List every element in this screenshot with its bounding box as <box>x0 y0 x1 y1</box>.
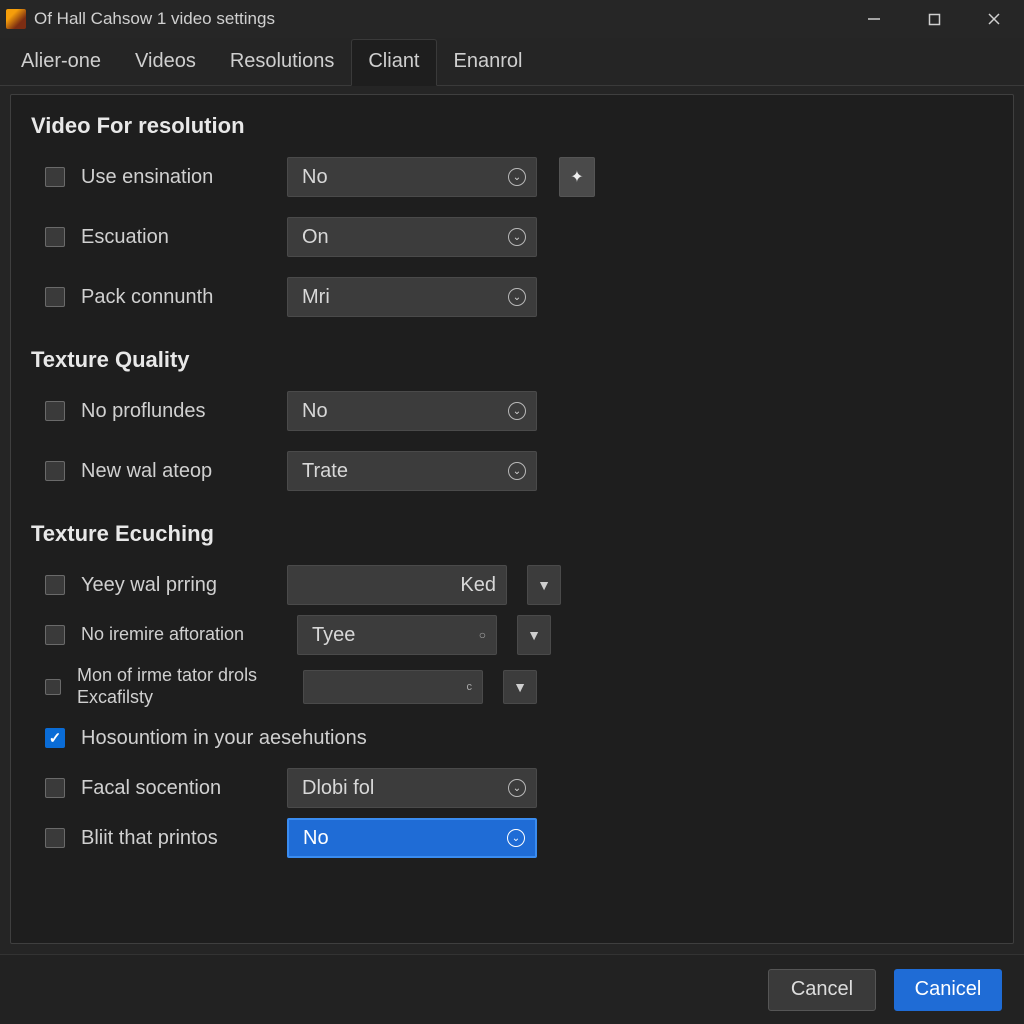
label-hosountiom: Hosountiom in your aesehutions <box>81 727 367 750</box>
checkbox-no-proflundes[interactable] <box>45 401 65 421</box>
close-icon <box>987 12 1001 26</box>
content-wrap: Video For resolution Use ensination No ⌄… <box>0 86 1024 954</box>
dropdown-icon: ⌄ <box>508 462 526 480</box>
section-video-resolution-title: Video For resolution <box>31 113 993 139</box>
row-facal-socention: Facal socention Dlobi fol ⌄ <box>45 768 993 808</box>
dialog-footer: Cancel Canicel <box>0 954 1024 1024</box>
select-escuation-value: On <box>302 226 329 249</box>
select-bliit-that-printos-value: No <box>303 827 329 850</box>
label-yeey-wal-prring: Yeey wal prring <box>81 574 271 597</box>
tab-alier-one[interactable]: Alier-one <box>4 39 118 86</box>
maximize-icon <box>928 13 941 26</box>
app-icon <box>6 9 26 29</box>
row-no-iremire-aftoration: No iremire aftoration Tyee ○ ▼ <box>45 615 993 655</box>
row-mon-of-irme: Mon of irme tator drols Excafilsty c ▼ <box>45 665 993 708</box>
row-hosountiom: Hosountiom in your aesehutions <box>45 718 993 758</box>
label-bliit-that-printos: Bliit that printos <box>81 827 271 850</box>
select-bliit-that-printos[interactable]: No ⌄ <box>287 818 537 858</box>
dropdown-icon: ⌄ <box>508 779 526 797</box>
select-use-ensination[interactable]: No ⌄ <box>287 157 537 197</box>
small-circle-icon: c <box>467 681 473 693</box>
row-use-ensination: Use ensination No ⌄ ✦ <box>45 157 993 197</box>
tab-cliant[interactable]: Cliant <box>351 39 436 86</box>
checkbox-use-ensination[interactable] <box>45 167 65 187</box>
dropdown-icon: ⌄ <box>508 288 526 306</box>
checkbox-mon-of-irme[interactable] <box>45 679 61 695</box>
checkbox-new-wal-ateop[interactable] <box>45 461 65 481</box>
dropdown-icon: ⌄ <box>508 402 526 420</box>
label-new-wal-ateop: New wal ateop <box>81 460 271 483</box>
ok-button[interactable]: Canicel <box>894 969 1002 1011</box>
select-yeey-wal-prring[interactable]: Ked <box>287 565 507 605</box>
checkbox-pack-connunth[interactable] <box>45 287 65 307</box>
select-yeey-wal-prring-value: Ked <box>460 574 496 597</box>
checkbox-no-iremire-aftoration[interactable] <box>45 625 65 645</box>
extra-button[interactable]: ✦ <box>559 157 595 197</box>
select-no-proflundes[interactable]: No ⌄ <box>287 391 537 431</box>
label-no-proflundes: No proflundes <box>81 400 271 423</box>
row-bliit-that-printos: Bliit that printos No ⌄ <box>45 818 993 858</box>
titlebar: Of Hall Cahsow 1 video settings <box>0 0 1024 38</box>
select-mon-of-irme[interactable]: c <box>303 670 483 704</box>
dropdown-icon: ⌄ <box>508 168 526 186</box>
select-no-proflundes-value: No <box>302 400 328 423</box>
select-pack-connunth-value: Mri <box>302 286 330 309</box>
label-use-ensination: Use ensination <box>81 166 271 189</box>
label-facal-socention: Facal socention <box>81 777 271 800</box>
row-pack-connunth: Pack connunth Mri ⌄ <box>45 277 993 317</box>
settings-window: Of Hall Cahsow 1 video settings Alier-on… <box>0 0 1024 1024</box>
select-no-iremire-aftoration-value: Tyee <box>312 624 355 647</box>
checkbox-facal-socention[interactable] <box>45 778 65 798</box>
select-escuation[interactable]: On ⌄ <box>287 217 537 257</box>
select-pack-connunth[interactable]: Mri ⌄ <box>287 277 537 317</box>
tab-bar: Alier-one Videos Resolutions Cliant Enan… <box>0 38 1024 86</box>
close-button[interactable] <box>964 0 1024 38</box>
select-facal-socention[interactable]: Dlobi fol ⌄ <box>287 768 537 808</box>
label-no-iremire-aftoration: No iremire aftoration <box>81 624 281 646</box>
dropdown-icon: ⌄ <box>507 829 525 847</box>
row-no-proflundes: No proflundes No ⌄ <box>45 391 993 431</box>
caret-no-iremire-aftoration[interactable]: ▼ <box>517 615 551 655</box>
maximize-button[interactable] <box>904 0 964 38</box>
window-title: Of Hall Cahsow 1 video settings <box>34 9 275 29</box>
tab-enanrol[interactable]: Enanrol <box>437 39 540 86</box>
minimize-button[interactable] <box>844 0 904 38</box>
row-escuation: Escuation On ⌄ <box>45 217 993 257</box>
caret-mon-of-irme[interactable]: ▼ <box>503 670 537 704</box>
checkbox-hosountiom[interactable] <box>45 728 65 748</box>
tab-resolutions[interactable]: Resolutions <box>213 39 352 86</box>
label-escuation: Escuation <box>81 226 271 249</box>
label-mon-of-irme: Mon of irme tator drols Excafilsty <box>77 665 287 708</box>
settings-panel: Video For resolution Use ensination No ⌄… <box>10 94 1014 944</box>
checkbox-yeey-wal-prring[interactable] <box>45 575 65 595</box>
checkbox-bliit-that-printos[interactable] <box>45 828 65 848</box>
checkbox-escuation[interactable] <box>45 227 65 247</box>
minimize-icon <box>867 12 881 26</box>
section-texture-ecuching-title: Texture Ecuching <box>31 521 993 547</box>
select-new-wal-ateop-value: Trate <box>302 460 348 483</box>
section-texture-quality-title: Texture Quality <box>31 347 993 373</box>
label-pack-connunth: Pack connunth <box>81 286 271 309</box>
dropdown-icon: ⌄ <box>508 228 526 246</box>
select-use-ensination-value: No <box>302 166 328 189</box>
caret-yeey-wal-prring[interactable]: ▼ <box>527 565 561 605</box>
row-new-wal-ateop: New wal ateop Trate ⌄ <box>45 451 993 491</box>
small-circle-icon: ○ <box>479 628 486 642</box>
cancel-button[interactable]: Cancel <box>768 969 876 1011</box>
select-facal-socention-value: Dlobi fol <box>302 777 374 800</box>
select-no-iremire-aftoration[interactable]: Tyee ○ <box>297 615 497 655</box>
select-new-wal-ateop[interactable]: Trate ⌄ <box>287 451 537 491</box>
row-yeey-wal-prring: Yeey wal prring Ked ▼ <box>45 565 993 605</box>
tab-videos[interactable]: Videos <box>118 39 213 86</box>
